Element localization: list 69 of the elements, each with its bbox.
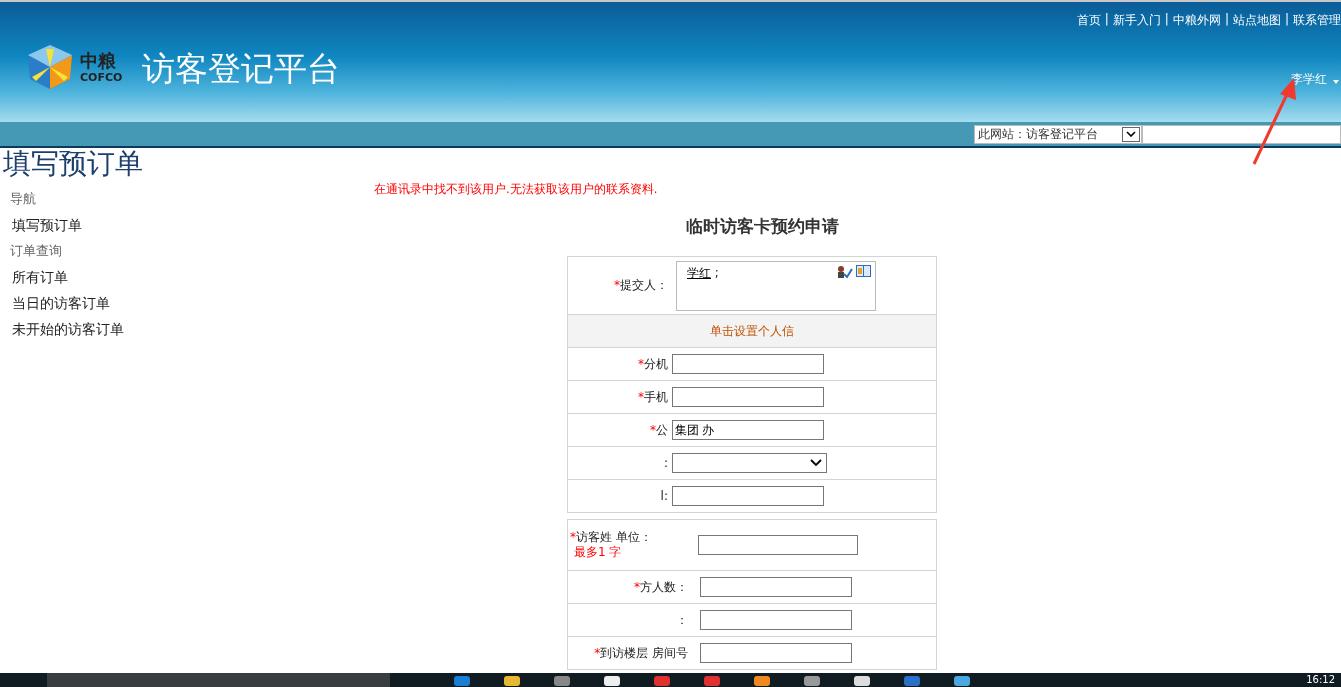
check-names-icon[interactable] <box>836 264 853 279</box>
cube-logo-icon <box>26 43 74 91</box>
address-book-icon[interactable] <box>856 264 871 277</box>
chevron-down-icon <box>810 459 822 467</box>
page-title: 填写预订单 <box>3 148 144 180</box>
search-scope-dropdown[interactable]: 此网站：访客登记平台 <box>974 124 1142 144</box>
field-label: ： <box>676 612 688 627</box>
field-label: 到访楼层 房间号 <box>600 645 688 660</box>
top-nav-link[interactable]: 新手入门 <box>1112 12 1161 29</box>
field-label: l: <box>660 489 668 503</box>
taskbar-search-field[interactable] <box>47 673 390 687</box>
text-field[interactable] <box>672 354 824 374</box>
taskbar-app-icon[interactable] <box>604 673 620 686</box>
text-field[interactable] <box>698 535 858 555</box>
required-mark: * <box>638 389 644 404</box>
nav-link[interactable]: 所有订单 <box>12 264 360 290</box>
required-mark: * <box>634 579 640 594</box>
taskbar-app-icon[interactable] <box>804 673 820 686</box>
nav-link[interactable]: 当日的访客订单 <box>12 290 360 316</box>
logo-text: 中粮 <box>80 51 117 70</box>
text-field[interactable] <box>672 387 824 407</box>
field-label: 公 <box>656 422 668 437</box>
text-field[interactable] <box>700 643 852 663</box>
dropdown-field[interactable] <box>672 453 827 473</box>
field-label: 提交人： <box>620 278 668 292</box>
taskbar-app-icon[interactable] <box>954 673 970 686</box>
link-separator: | <box>1164 12 1169 28</box>
top-nav-link[interactable]: 中粮外网 <box>1172 12 1221 29</box>
taskbar-app-icon[interactable] <box>754 673 770 686</box>
chevron-down-icon <box>1126 131 1136 137</box>
logo-text: COFCO <box>80 71 123 83</box>
taskbar-app-icon[interactable] <box>504 673 520 686</box>
error-message: 在通讯录中找不到该用户.无法获取该用户的联系资料. <box>374 182 659 197</box>
top-nav-link[interactable]: 联系管理 <box>1293 12 1341 29</box>
required-mark: * <box>594 645 601 660</box>
search-field[interactable] <box>1142 124 1341 144</box>
nav-link[interactable]: 填写预订单 <box>12 212 360 238</box>
required-mark: * <box>638 356 644 371</box>
scope-value: 此网站：访客登记平台 <box>978 126 1098 142</box>
link-separator: | <box>1284 12 1289 28</box>
field-note: 最多1 字 <box>574 545 623 560</box>
required-mark: * <box>650 422 656 437</box>
clock-text: 16:12 <box>1306 673 1335 687</box>
people-picker-field[interactable]: 学红 ; <box>676 260 876 311</box>
submitter-name-link[interactable]: 学红 <box>687 265 711 280</box>
nav-heading: 订单查询 <box>10 242 63 260</box>
name-separator: ; <box>713 265 719 280</box>
site-title: 访客登记平台 <box>142 48 341 90</box>
taskbar-app-icon[interactable] <box>854 673 870 686</box>
field-label: 方人数： <box>640 579 688 594</box>
nav-link[interactable]: 未开始的访客订单 <box>12 316 360 342</box>
top-nav-link[interactable]: 站点地图 <box>1232 12 1281 29</box>
personal-settings-link[interactable]: 单击设置个人信 <box>710 322 794 340</box>
link-separator: | <box>1104 12 1109 28</box>
required-mark: * <box>614 278 620 292</box>
field-label: 访客姓 单位： <box>576 530 652 544</box>
caret-down-icon[interactable] <box>1333 79 1339 84</box>
field-label: 手机 <box>644 389 668 404</box>
field-label: : <box>663 456 668 470</box>
link-separator: | <box>1224 12 1229 28</box>
text-field[interactable] <box>700 577 852 597</box>
required-mark: * <box>570 530 576 544</box>
text-field[interactable] <box>672 486 824 506</box>
top-nav-link[interactable]: 首页 <box>1076 12 1101 29</box>
text-field[interactable]: 集团 办 <box>672 420 824 440</box>
form-title: 临时访客卡预约申请 <box>686 215 840 238</box>
field-label: 分机 <box>644 356 668 371</box>
text-field[interactable] <box>700 610 852 630</box>
nav-heading: 导航 <box>10 190 37 208</box>
